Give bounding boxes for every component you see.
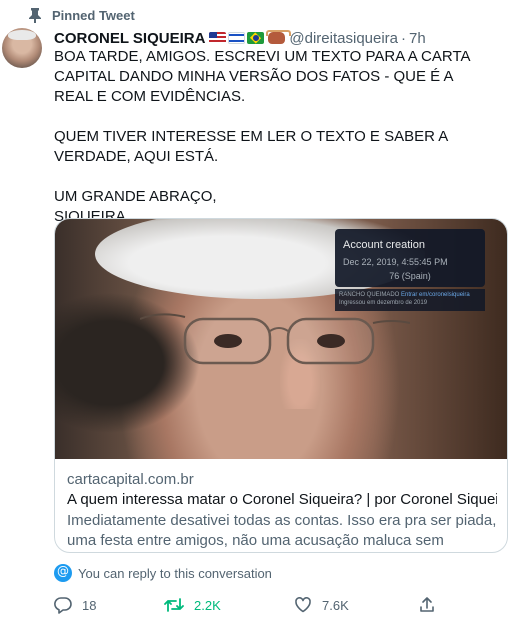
- share-icon: [420, 597, 434, 612]
- account-creation-popup: Account creation Dec 22, 2019, 4:55:45 P…: [335, 229, 485, 287]
- retweet-button[interactable]: 2.2K: [164, 594, 221, 616]
- popup-count: 76 (Spain): [389, 271, 431, 281]
- popup-profile-strip: RANCHO QUEIMADO Entrar em/coronelsiqueir…: [335, 289, 485, 311]
- popup-joined: Ingressou em dezembro de 2019: [339, 300, 428, 306]
- ox-icon: [266, 30, 292, 44]
- link-card[interactable]: Account creation Dec 22, 2019, 4:55:45 P…: [54, 218, 508, 553]
- popup-location: RANCHO QUEIMADO: [339, 292, 400, 298]
- glasses-graphic: [140, 313, 410, 365]
- tweet-text: BOA TARDE, AMIGOS. ESCREVI UM TEXTO PARA…: [54, 48, 470, 225]
- israel-flag-icon: [228, 32, 246, 44]
- author-handle[interactable]: @direitasiqueira: [289, 30, 398, 47]
- pinned-row: Pinned Tweet: [28, 6, 135, 24]
- reply-notice-text: You can reply to this conversation: [78, 565, 272, 581]
- pinned-label: Pinned Tweet: [52, 7, 135, 23]
- popup-date: Dec 22, 2019, 4:55:45 PM: [343, 257, 448, 267]
- heart-icon: [295, 597, 311, 613]
- popup-link: Entrar em/coronelsiqueira: [401, 292, 470, 298]
- separator-dot: ·: [401, 29, 407, 47]
- like-count: 7.6K: [322, 597, 349, 613]
- mention-icon: [54, 564, 72, 582]
- share-button[interactable]: [418, 594, 446, 616]
- card-title[interactable]: A quem interessa matar o Coronel Siqueir…: [67, 491, 497, 508]
- author-name[interactable]: CORONEL SIQUEIRA: [54, 30, 205, 47]
- retweet-icon: [164, 598, 184, 612]
- reply-icon: [54, 597, 72, 614]
- tweet-actions: 18 2.2K 7.6K: [54, 594, 494, 616]
- reply-button[interactable]: 18: [54, 594, 96, 616]
- card-description: Imediatamente desativei todas as contas.…: [67, 512, 497, 549]
- pin-icon: [29, 8, 41, 23]
- tweet-time[interactable]: 7h: [409, 30, 426, 47]
- card-image[interactable]: Account creation Dec 22, 2019, 4:55:45 P…: [55, 219, 507, 459]
- brazil-flag-icon: [247, 32, 265, 44]
- tweet-header: CORONEL SIQUEIRA @direitasiqueira · 7h: [54, 28, 426, 48]
- popup-title: Account creation: [343, 239, 425, 251]
- card-domain: cartacapital.com.br: [67, 471, 194, 488]
- like-button[interactable]: 7.6K: [294, 594, 349, 616]
- us-flag-icon: [209, 32, 227, 44]
- reply-notice: You can reply to this conversation: [54, 563, 272, 583]
- reply-count: 18: [82, 597, 97, 613]
- retweet-count: 2.2K: [194, 597, 221, 613]
- avatar[interactable]: [2, 28, 42, 68]
- pinned-tweet[interactable]: Pinned Tweet CORONEL SIQUEIRA @direitasi…: [0, 0, 510, 617]
